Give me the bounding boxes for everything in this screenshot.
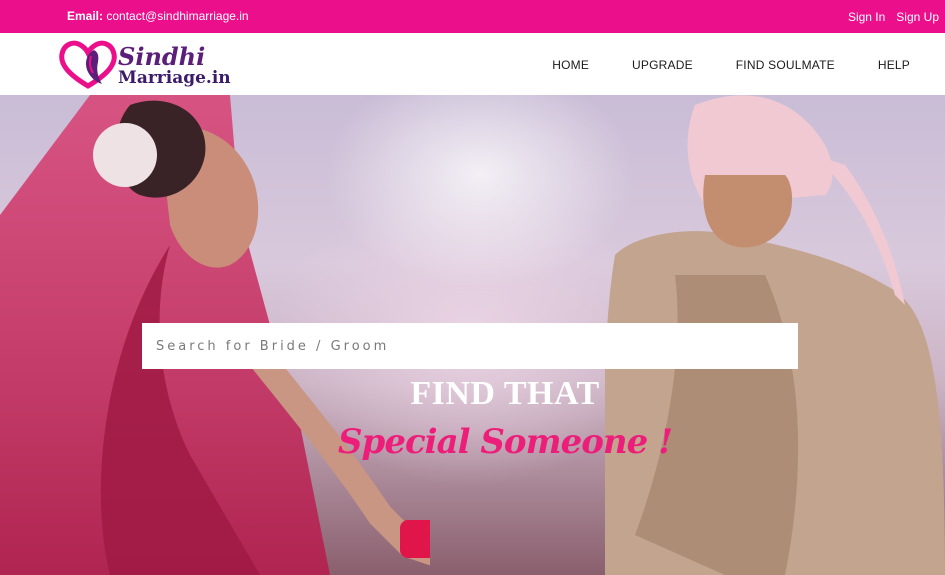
email-value[interactable]: contact@sindhimarriage.in (106, 9, 248, 23)
sign-in-link[interactable]: Sign In (848, 10, 885, 24)
bride-groom-search-input[interactable] (142, 323, 798, 369)
logo-text-marriage: Marriage.in (118, 68, 231, 88)
top-bar: Email: contact@sindhimarriage.in Sign In… (0, 0, 945, 33)
logo-text-sindhi: Sindhi (118, 42, 206, 71)
contact-email[interactable]: Email: contact@sindhimarriage.in (67, 9, 249, 23)
nav-find-soulmate[interactable]: FIND SOULMATE (736, 58, 835, 72)
main-navbar: Sindhi Marriage.in HOME UPGRADE FIND SOU… (0, 33, 945, 95)
email-label: Email: (67, 9, 104, 23)
nav-help[interactable]: HELP (878, 58, 910, 72)
auth-links: Sign In Sign Up (848, 10, 939, 24)
nav-upgrade[interactable]: UPGRADE (632, 58, 693, 72)
hero-banner: FIND THAT Special Someone ! (0, 95, 945, 575)
primary-nav: HOME UPGRADE FIND SOULMATE HELP (552, 58, 910, 72)
logo-heart-icon (59, 40, 117, 89)
hero-tagline: Special Someone ! (338, 422, 673, 462)
hero-headline: FIND THAT (410, 375, 600, 412)
site-logo[interactable]: Sindhi Marriage.in (58, 36, 238, 94)
nav-home[interactable]: HOME (552, 58, 589, 72)
sign-up-link[interactable]: Sign Up (896, 10, 939, 24)
